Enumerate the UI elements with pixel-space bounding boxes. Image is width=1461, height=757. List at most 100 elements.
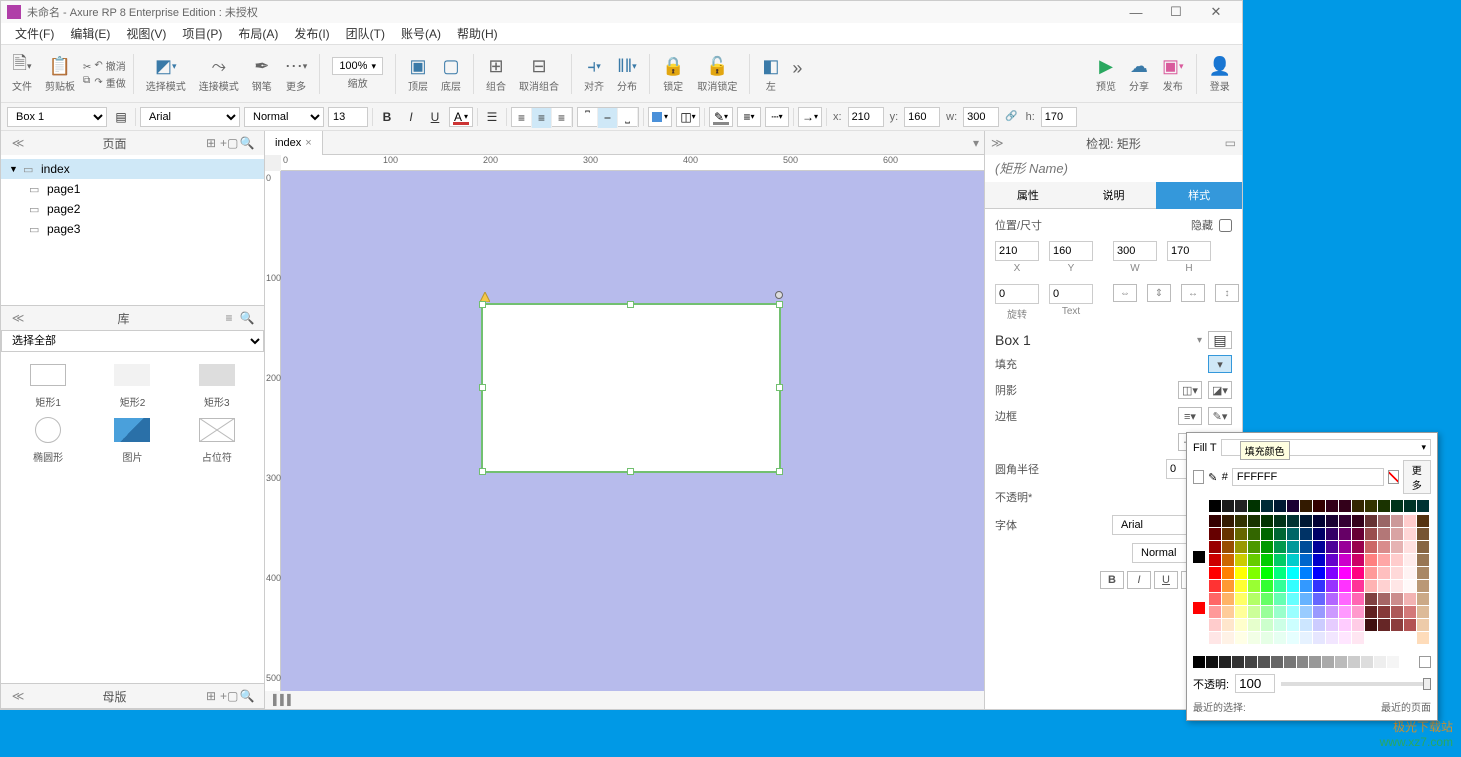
color-swatch[interactable]	[1309, 656, 1321, 668]
color-swatch[interactable]	[1404, 528, 1416, 540]
page-item-page3[interactable]: ▭page3	[1, 219, 264, 239]
color-swatch[interactable]	[1352, 554, 1364, 566]
color-swatch[interactable]	[1326, 606, 1338, 618]
resize-handle-bl[interactable]	[479, 468, 486, 475]
color-swatch[interactable]	[1322, 656, 1334, 668]
color-swatch[interactable]	[1235, 606, 1247, 618]
color-swatch[interactable]	[1313, 567, 1325, 579]
tb-undo[interactable]: ↶撤消	[94, 58, 125, 73]
color-swatch[interactable]	[1378, 515, 1390, 527]
color-swatch[interactable]	[1391, 567, 1403, 579]
outer-shadow-btn[interactable]: ◫▾	[676, 107, 700, 127]
color-swatch[interactable]	[1300, 541, 1312, 553]
color-swatch[interactable]	[1248, 580, 1260, 592]
w-input[interactable]	[963, 107, 999, 127]
insp-y-input[interactable]	[1049, 241, 1093, 261]
insp-w-input[interactable]	[1113, 241, 1157, 261]
library-select[interactable]: 选择全部	[1, 330, 264, 352]
widget-name-input[interactable]	[985, 155, 1242, 182]
color-swatch[interactable]	[1339, 541, 1351, 553]
color-swatch[interactable]	[1287, 500, 1299, 512]
search-icon[interactable]: 🔍	[238, 689, 256, 703]
style-manage-btn[interactable]: ▤	[1208, 331, 1232, 349]
color-swatch[interactable]	[1287, 554, 1299, 566]
color-swatch[interactable]	[1274, 606, 1286, 618]
color-swatch[interactable]	[1222, 593, 1234, 605]
flip-h-btn[interactable]: ⇔	[1113, 284, 1137, 302]
color-swatch[interactable]	[1352, 632, 1364, 644]
insp-italic-btn[interactable]: I	[1127, 571, 1151, 589]
resize-handle-tc[interactable]	[627, 301, 634, 308]
color-swatch[interactable]	[1248, 528, 1260, 540]
x-input[interactable]	[848, 107, 884, 127]
color-swatch[interactable]	[1248, 541, 1260, 553]
color-swatch[interactable]	[1339, 632, 1351, 644]
color-swatch[interactable]	[1232, 656, 1244, 668]
color-swatch[interactable]	[1193, 551, 1205, 563]
color-swatch[interactable]	[1209, 580, 1221, 592]
font-select[interactable]: Arial	[140, 107, 240, 127]
color-swatch[interactable]	[1235, 554, 1247, 566]
color-swatch[interactable]	[1261, 606, 1273, 618]
color-swatch[interactable]	[1339, 606, 1351, 618]
color-swatch[interactable]	[1391, 593, 1403, 605]
resize-handle-tr[interactable]	[776, 301, 783, 308]
tb-ungroup[interactable]: ⊟取消组合	[514, 50, 564, 98]
color-swatch[interactable]	[1193, 656, 1205, 668]
color-swatch[interactable]	[1313, 632, 1325, 644]
color-swatch[interactable]	[1222, 619, 1234, 631]
color-swatch[interactable]	[1300, 500, 1312, 512]
color-swatch[interactable]	[1352, 606, 1364, 618]
color-swatch[interactable]	[1313, 528, 1325, 540]
color-swatch[interactable]	[1417, 554, 1429, 566]
color-swatch[interactable]	[1274, 515, 1286, 527]
tb-back[interactable]: ▢底层	[436, 50, 466, 98]
color-swatch[interactable]	[1313, 554, 1325, 566]
collapse-icon[interactable]: ≪	[9, 136, 27, 150]
color-swatch[interactable]	[1404, 580, 1416, 592]
valign-middle-btn[interactable]: ⎯	[598, 108, 618, 128]
color-swatch[interactable]	[1365, 567, 1377, 579]
color-swatch[interactable]	[1222, 528, 1234, 540]
menu-file[interactable]: 文件(F)	[7, 23, 62, 44]
add-folder-icon[interactable]: ⊞	[202, 136, 220, 150]
tb-select-mode[interactable]: ◩▾选择模式	[141, 50, 191, 98]
color-swatch[interactable]	[1326, 554, 1338, 566]
color-swatch[interactable]	[1326, 619, 1338, 631]
color-swatch[interactable]	[1391, 619, 1403, 631]
color-swatch[interactable]	[1374, 656, 1386, 668]
insp-rotate-input[interactable]	[995, 284, 1039, 304]
color-swatch[interactable]	[1378, 580, 1390, 592]
color-swatch[interactable]	[1404, 619, 1416, 631]
search-icon[interactable]: 🔍	[238, 311, 256, 325]
lib-rect1[interactable]: 矩形1	[9, 360, 87, 409]
color-swatch[interactable]	[1287, 528, 1299, 540]
color-swatch[interactable]	[1300, 515, 1312, 527]
color-swatch[interactable]	[1378, 567, 1390, 579]
color-swatch[interactable]	[1235, 541, 1247, 553]
inner-shadow-swatch[interactable]: ◪▾	[1208, 381, 1232, 399]
color-swatch[interactable]	[1313, 580, 1325, 592]
color-swatch[interactable]	[1261, 593, 1273, 605]
color-swatch[interactable]	[1222, 567, 1234, 579]
color-swatch[interactable]	[1245, 656, 1257, 668]
color-swatch[interactable]	[1313, 606, 1325, 618]
color-swatch[interactable]	[1287, 593, 1299, 605]
color-swatch[interactable]	[1352, 567, 1364, 579]
collapse-icon[interactable]: ≪	[9, 311, 27, 325]
color-swatch[interactable]	[1209, 528, 1221, 540]
color-swatch[interactable]	[1274, 500, 1286, 512]
color-swatch[interactable]	[1222, 515, 1234, 527]
hide-checkbox[interactable]	[1219, 219, 1232, 232]
color-swatch[interactable]	[1348, 656, 1360, 668]
style-name-row[interactable]: Box 1 ▾ ▤	[995, 331, 1232, 349]
font-weight-select[interactable]: Normal	[244, 107, 324, 127]
bullets-btn[interactable]: ☰	[482, 107, 502, 127]
color-swatch[interactable]	[1313, 500, 1325, 512]
color-swatch[interactable]	[1352, 528, 1364, 540]
color-swatch[interactable]	[1261, 541, 1273, 553]
color-swatch[interactable]	[1274, 567, 1286, 579]
color-swatch[interactable]	[1391, 528, 1403, 540]
color-swatch[interactable]	[1261, 580, 1273, 592]
collapse-icon[interactable]: ≪	[9, 689, 27, 703]
